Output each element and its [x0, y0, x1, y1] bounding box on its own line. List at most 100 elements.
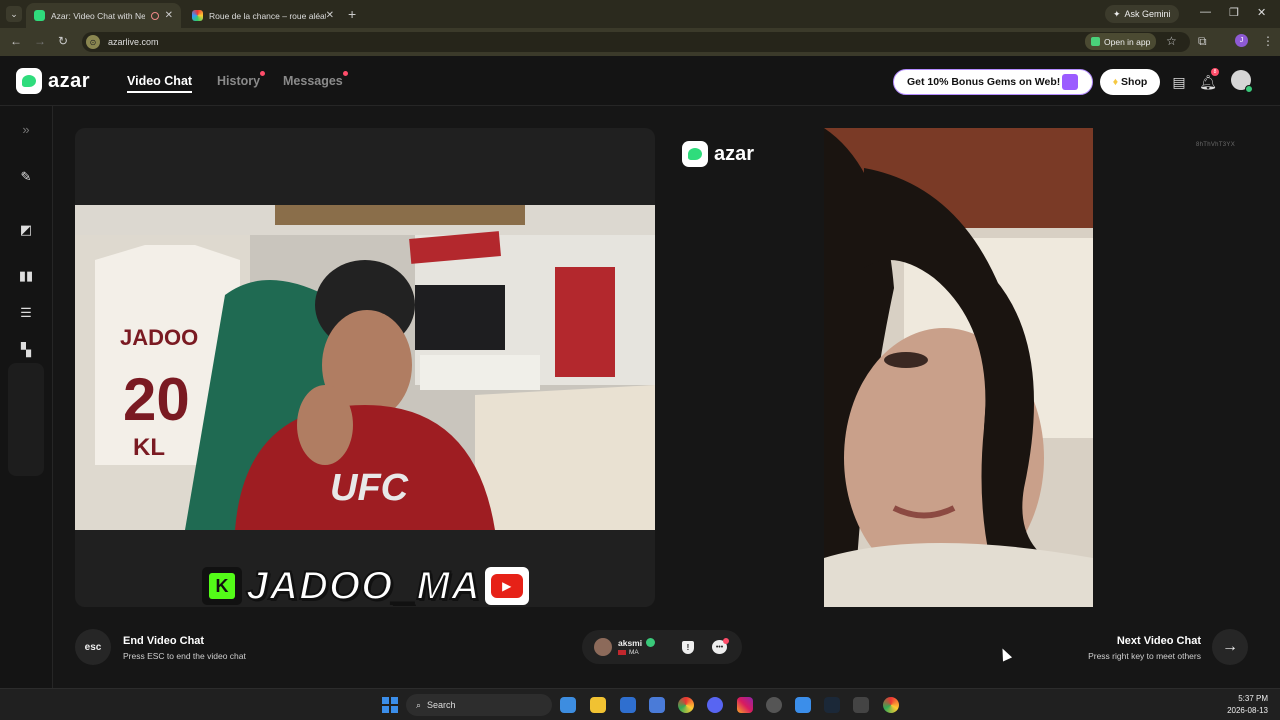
search-icon: ⌕ [416, 699, 422, 710]
minimize-icon[interactable]: — [1200, 6, 1211, 18]
store-icon[interactable] [649, 697, 665, 713]
gem-icon: ♦ [1112, 76, 1119, 88]
file-explorer-icon[interactable] [590, 697, 606, 713]
partner-info-pill: aksmi MA ! ••• [582, 630, 742, 664]
azar-logo-icon [16, 68, 42, 94]
address-bar[interactable]: ⊙ azarlive.com [82, 32, 1190, 52]
tab-roue[interactable]: Roue de la chance – roue aléat ✕ [184, 3, 342, 28]
site-info-icon[interactable]: ⊙ [86, 35, 100, 49]
azar-wordmark: azar [48, 69, 91, 92]
clock-date: 2026-08-13 [1227, 706, 1268, 715]
partner-avatar[interactable] [594, 638, 612, 656]
session-code: 8hThVhT3YX [1196, 142, 1236, 148]
effects-icon[interactable]: ◩ [8, 212, 44, 248]
remote-video-image [824, 128, 1093, 607]
instagram-icon[interactable] [737, 697, 753, 713]
azar-header: azar Video Chat History Messages Get 10%… [0, 56, 1280, 106]
layout-pip-icon[interactable]: ▚ [8, 332, 44, 368]
back-icon[interactable]: ← [10, 34, 22, 48]
nav-label: Messages [283, 74, 343, 88]
online-status-dot [1245, 85, 1253, 93]
close-window-icon[interactable]: ✕ [1257, 6, 1266, 19]
notification-dot [342, 71, 348, 76]
report-shield-icon[interactable]: ! [682, 641, 694, 654]
browser-menu-icon[interactable]: ⋮ [1262, 34, 1274, 48]
local-video-feed: JADOO 20 KL UFC [75, 205, 655, 530]
azar-logo[interactable]: azar [16, 68, 90, 94]
camera-app-icon[interactable] [853, 697, 869, 713]
country-code: MA [629, 649, 639, 656]
end-chat-button[interactable]: esc [75, 629, 111, 665]
windows-taskbar: ⌕ Search 5:37 PM 2026-08-13 [0, 688, 1280, 720]
new-tab-button[interactable]: + [348, 6, 356, 22]
tab-search-icon[interactable]: ⌄ [6, 6, 22, 22]
end-chat-hint: Press ESC to end the video chat [123, 651, 246, 661]
layout-stacked-icon[interactable]: ☰ [8, 295, 44, 331]
extensions-icon[interactable]: ⧉ [1198, 34, 1207, 49]
end-chat-title: End Video Chat [123, 635, 205, 647]
nav-messages[interactable]: Messages [283, 71, 348, 88]
shop-label: Shop [1121, 76, 1148, 88]
expand-sidebar-icon[interactable]: » [8, 111, 44, 147]
open-in-app-button[interactable]: Open in app [1085, 33, 1157, 50]
url-text: azarlive.com [108, 37, 159, 47]
streamer-overlay: K JADOO_MA ▶ [202, 563, 529, 609]
open-in-app-label: Open in app [1104, 36, 1151, 47]
partner-name: aksmi [618, 638, 643, 648]
morocco-flag-icon [618, 650, 626, 655]
svg-text:UFC: UFC [330, 467, 409, 509]
next-chat-hint: Press right key to meet others [1088, 651, 1201, 661]
overlay-username: JADOO_MA [245, 563, 481, 609]
youtube-logo-icon: ▶ [484, 567, 529, 605]
gems-promo-label: Get 10% Bonus Gems on Web! [907, 76, 1061, 88]
local-video-image: JADOO 20 KL UFC [75, 205, 655, 530]
magic-wand-icon[interactable]: ✎ [8, 159, 44, 195]
notification-dot [260, 71, 266, 76]
bell-badge: 8 [1211, 68, 1219, 76]
gems-promo-button[interactable]: Get 10% Bonus Gems on Web! [893, 69, 1093, 95]
steam-icon[interactable] [824, 697, 840, 713]
reload-icon[interactable]: ↻ [58, 34, 68, 48]
bookmark-star-icon[interactable]: ☆ [1166, 34, 1177, 48]
azar-wordmark: azar [714, 142, 755, 165]
restore-icon[interactable]: ❐ [1229, 6, 1239, 19]
layout-group [8, 363, 44, 476]
close-tab-icon[interactable]: ✕ [165, 10, 173, 21]
obs-icon[interactable] [766, 697, 782, 713]
taskbar-search[interactable]: ⌕ Search [406, 694, 552, 716]
nav-label: History [217, 74, 261, 88]
ask-gemini-button[interactable]: ✦ Ask Gemini [1105, 5, 1179, 23]
shop-button[interactable]: ♦ Shop [1100, 69, 1160, 95]
kick-logo-icon: K [202, 567, 242, 605]
mail-icon[interactable] [620, 697, 636, 713]
tab-azar[interactable]: Azar: Video Chat with New ✕ [26, 3, 181, 28]
svg-text:20: 20 [123, 366, 190, 433]
svg-text:JADOO: JADOO [120, 325, 198, 350]
browser-tabstrip: ⌄ Azar: Video Chat with New ✕ Roue de la… [0, 0, 1280, 28]
next-chat-button[interactable]: → [1212, 629, 1248, 665]
chrome-icon[interactable] [678, 697, 694, 713]
gift-icon [1062, 74, 1078, 90]
inbox-icon[interactable]: ▤ [1170, 73, 1188, 91]
recording-icon [150, 11, 159, 20]
layout-side-by-side-icon[interactable]: ▮▮ [8, 258, 44, 294]
sidebar: » ✎ ◩ ▮▮ ☰ ▚ [0, 106, 53, 688]
discord-icon[interactable] [707, 697, 723, 713]
photos-icon[interactable] [795, 697, 811, 713]
chrome-active-icon[interactable] [883, 697, 899, 713]
widgets-icon[interactable] [560, 697, 576, 713]
arrow-right-icon: → [1222, 638, 1238, 655]
windows-start-icon[interactable] [382, 697, 398, 713]
close-tab-icon[interactable]: ✕ [326, 10, 334, 21]
search-label: Search [427, 700, 456, 710]
forward-icon[interactable]: → [34, 34, 46, 48]
profile-avatar-icon[interactable]: J [1235, 34, 1248, 47]
partner-country: MA [618, 649, 639, 656]
verified-icon [646, 638, 655, 647]
kick-letter: K [209, 573, 235, 599]
nav-video-chat[interactable]: Video Chat [127, 74, 193, 93]
nav-history[interactable]: History [217, 71, 266, 88]
app-icon [1091, 37, 1100, 46]
wheel-favicon-icon [192, 10, 203, 21]
system-clock[interactable]: 5:37 PM 2026-08-13 [1227, 693, 1268, 717]
